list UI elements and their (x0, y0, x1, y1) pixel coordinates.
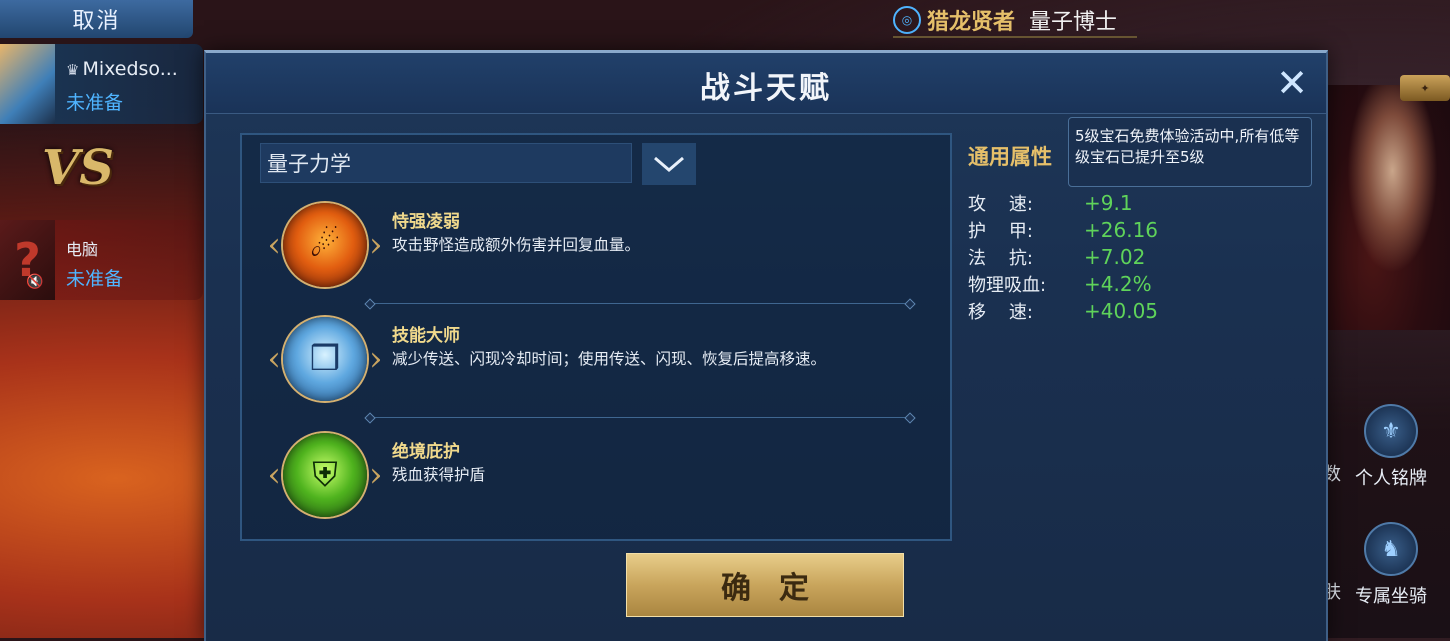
shield-orb-icon: ‹ ⛨ › (266, 429, 384, 521)
hero-title: 猎龙贤者 (927, 10, 1016, 35)
attribute-value: +7.02 (1084, 244, 1146, 269)
mute-icon[interactable]: 🔇 (26, 274, 43, 290)
attribute-row: 物理吸血: +4.2% (968, 270, 1228, 297)
dialog-header: 战斗天赋 ✕ (206, 53, 1326, 114)
menu-label: 个人铭牌 (1355, 468, 1427, 489)
attribute-row: 攻 速: +9.1 (968, 189, 1228, 216)
attribute-label: 物理吸血: (968, 274, 1047, 296)
talent-item[interactable]: ‹ ❒ › 技能大师 减少传送、闪现冷却时间；使用传送、闪现、恢复后提高移速。 (266, 313, 926, 413)
dropdown-button[interactable] (642, 143, 696, 185)
attribute-label: 法 抗: (968, 247, 1033, 269)
skin-badge-icon: ✦ (1400, 75, 1450, 101)
close-icon: ✕ (1276, 61, 1308, 105)
hero-header: ◎ 猎龙贤者 量子博士 (893, 4, 1138, 38)
attribute-label: 移 速: (968, 301, 1033, 323)
attribute-value: +40.05 (1084, 298, 1159, 323)
talent-name: 恃强凌弱 (392, 212, 460, 232)
divider (370, 417, 910, 418)
talent-item[interactable]: ‹ ⛨ › 绝境庇护 残血获得护盾 (266, 429, 926, 529)
talent-desc: 减少传送、闪现冷却时间；使用传送、闪现、恢复后提高移速。 (392, 350, 827, 368)
hero-name: 量子博士 (1029, 10, 1118, 35)
personal-nameplate-button[interactable]: ⚜ 个人铭牌 (1355, 404, 1427, 490)
cancel-button[interactable]: 取消 (0, 0, 193, 38)
attribute-row: 护 甲: +26.16 (968, 216, 1228, 243)
player-status: 未准备 (66, 268, 124, 290)
attribute-value: +9.1 (1084, 190, 1133, 215)
divider (370, 303, 910, 304)
chevron-down-icon (654, 156, 684, 172)
talent-desc: 残血获得护盾 (392, 466, 486, 484)
talent-name: 绝境庇护 (392, 442, 460, 462)
talent-panel: 量子力学 ‹ ☄ › 恃强凌弱 攻击野怪造成额外伤害并回复血量。 ‹ ❒ › 技能大师 … (240, 133, 952, 541)
mount-icon: ♞ (1364, 522, 1418, 576)
dialog-title: 战斗天赋 (700, 71, 832, 106)
player-name: 电脑 (66, 240, 99, 259)
exclusive-mount-button[interactable]: ♞ 专属坐骑 (1355, 522, 1427, 608)
vs-label: VS (42, 140, 114, 196)
attribute-row: 移 速: +40.05 (968, 297, 1228, 324)
close-button[interactable]: ✕ (1272, 63, 1312, 103)
nameplate-icon: ⚜ (1364, 404, 1418, 458)
attribute-label: 护 甲: (968, 220, 1033, 242)
attribute-list: 攻 速: +9.1 护 甲: +26.16 法 抗: +7.02 物理吸血: +… (968, 189, 1228, 324)
hero-portrait (1322, 85, 1450, 330)
attribute-label: 攻 速: (968, 193, 1033, 215)
avatar (0, 44, 55, 124)
crown-icon: ♛ (66, 61, 80, 79)
attribute-row: 法 抗: +7.02 (968, 243, 1228, 270)
player-name: ♛ Mixedso... (66, 58, 178, 80)
book-orb-icon: ‹ ❒ › (266, 313, 384, 405)
attribute-value: +26.16 (1084, 217, 1159, 242)
confirm-button[interactable]: 确定 (626, 553, 904, 617)
attribute-value: +4.2% (1084, 271, 1152, 296)
talent-desc: 攻击野怪造成额外伤害并回复血量。 (392, 236, 641, 254)
talent-name: 技能大师 (392, 326, 460, 346)
battle-talent-dialog: 战斗天赋 ✕ 量子力学 ‹ ☄ › 恃强凌弱 攻击野怪造成额外伤害并回复血量。 ‹ ❒… (204, 50, 1328, 641)
hero-class-icon: ◎ (893, 6, 921, 34)
talent-set-select[interactable]: 量子力学 (260, 143, 632, 183)
player-card-2[interactable]: ? 🔇 电脑 未准备 (0, 220, 203, 300)
player-card-1[interactable]: ♛ Mixedso... 未准备 (0, 44, 203, 124)
gem-tooltip: 5级宝石免费体验活动中,所有低等级宝石已提升至5级 (1068, 117, 1312, 187)
player-status: 未准备 (66, 92, 124, 114)
talent-item[interactable]: ‹ ☄ › 恃强凌弱 攻击野怪造成额外伤害并回复血量。 (266, 199, 926, 299)
menu-label: 专属坐骑 (1355, 586, 1427, 607)
attributes-title: 通用属性 (968, 145, 1052, 169)
fire-orb-icon: ‹ ☄ › (266, 199, 384, 291)
